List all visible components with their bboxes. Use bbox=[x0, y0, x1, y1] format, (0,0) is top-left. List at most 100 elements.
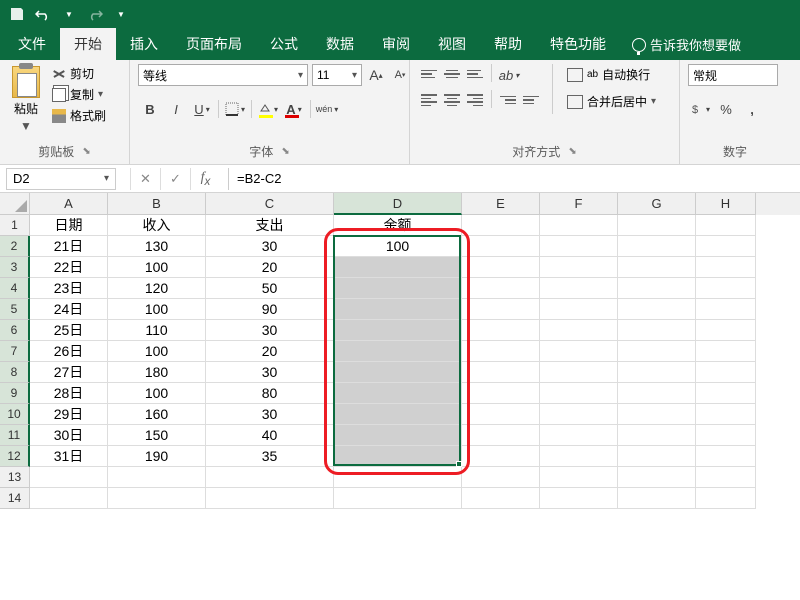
align-bottom-button[interactable] bbox=[464, 64, 486, 84]
cell[interactable] bbox=[696, 446, 756, 467]
cell[interactable] bbox=[334, 425, 462, 446]
cell[interactable] bbox=[334, 278, 462, 299]
comma-button[interactable]: , bbox=[740, 98, 764, 120]
cell[interactable] bbox=[334, 467, 462, 488]
cell[interactable] bbox=[334, 488, 462, 509]
column-header-H[interactable]: H bbox=[696, 193, 756, 215]
cell[interactable] bbox=[462, 404, 540, 425]
cell[interactable]: 50 bbox=[206, 278, 334, 299]
column-header-G[interactable]: G bbox=[618, 193, 696, 215]
cell[interactable]: 30日 bbox=[30, 425, 108, 446]
cell[interactable] bbox=[540, 383, 618, 404]
tab-review[interactable]: 审阅 bbox=[368, 28, 424, 60]
enter-formula-button[interactable]: ✓ bbox=[160, 168, 190, 190]
cell[interactable] bbox=[540, 488, 618, 509]
cell[interactable] bbox=[696, 215, 756, 236]
cell[interactable] bbox=[462, 320, 540, 341]
cell[interactable] bbox=[618, 404, 696, 425]
undo-dropdown-icon[interactable]: ▼ bbox=[60, 5, 78, 23]
dialog-launcher-icon[interactable]: ⬊ bbox=[568, 146, 576, 157]
cell[interactable]: 20 bbox=[206, 341, 334, 362]
cell[interactable]: 24日 bbox=[30, 299, 108, 320]
cut-button[interactable]: 剪切 bbox=[50, 64, 108, 83]
accounting-format-button[interactable]: $▾ bbox=[688, 98, 712, 120]
cell[interactable]: 收入 bbox=[108, 215, 206, 236]
cell[interactable]: 25日 bbox=[30, 320, 108, 341]
row-header[interactable]: 9 bbox=[0, 383, 30, 404]
copy-button[interactable]: 复制 ▾ bbox=[50, 85, 108, 104]
column-header-A[interactable]: A bbox=[30, 193, 108, 215]
cell[interactable] bbox=[540, 467, 618, 488]
cell[interactable] bbox=[618, 488, 696, 509]
row-header[interactable]: 11 bbox=[0, 425, 30, 446]
row-header[interactable]: 7 bbox=[0, 341, 30, 362]
cell[interactable] bbox=[334, 383, 462, 404]
cell[interactable]: 35 bbox=[206, 446, 334, 467]
cell[interactable] bbox=[206, 467, 334, 488]
row-header[interactable]: 5 bbox=[0, 299, 30, 320]
row-header[interactable]: 2 bbox=[0, 236, 30, 257]
cell[interactable] bbox=[540, 341, 618, 362]
cell[interactable] bbox=[334, 404, 462, 425]
cell[interactable] bbox=[462, 299, 540, 320]
row-header[interactable]: 13 bbox=[0, 467, 30, 488]
tab-help[interactable]: 帮助 bbox=[480, 28, 536, 60]
cell[interactable]: 100 bbox=[334, 236, 462, 257]
cell[interactable] bbox=[618, 362, 696, 383]
orientation-button[interactable]: ab▾ bbox=[497, 64, 521, 86]
fill-color-button[interactable]: ▾ bbox=[256, 98, 280, 120]
align-middle-button[interactable] bbox=[441, 64, 463, 84]
cell[interactable]: 30 bbox=[206, 404, 334, 425]
cell[interactable]: 26日 bbox=[30, 341, 108, 362]
font-color-button[interactable]: A ▾ bbox=[282, 98, 306, 120]
format-painter-button[interactable]: 格式刷 bbox=[50, 106, 108, 125]
cell[interactable]: 20 bbox=[206, 257, 334, 278]
name-box[interactable]: D2 ▾ bbox=[6, 168, 116, 190]
cell[interactable]: 150 bbox=[108, 425, 206, 446]
cell[interactable] bbox=[540, 425, 618, 446]
cell[interactable] bbox=[30, 467, 108, 488]
worksheet-grid[interactable]: ABCDEFGH 1日期收入支出余额221日13030100322日100204… bbox=[0, 193, 800, 509]
customize-qat-icon[interactable]: ▼ bbox=[112, 5, 130, 23]
cell[interactable] bbox=[462, 467, 540, 488]
cell[interactable]: 160 bbox=[108, 404, 206, 425]
cell[interactable] bbox=[334, 341, 462, 362]
dialog-launcher-icon[interactable]: ⬊ bbox=[82, 146, 90, 157]
align-top-button[interactable] bbox=[418, 64, 440, 84]
cell[interactable] bbox=[540, 299, 618, 320]
cell[interactable] bbox=[696, 257, 756, 278]
cell[interactable] bbox=[618, 425, 696, 446]
cell[interactable] bbox=[462, 446, 540, 467]
underline-button[interactable]: U▾ bbox=[190, 98, 214, 120]
select-all-corner[interactable] bbox=[0, 193, 30, 215]
cell[interactable] bbox=[540, 257, 618, 278]
cell[interactable] bbox=[618, 236, 696, 257]
cell[interactable]: 支出 bbox=[206, 215, 334, 236]
cell[interactable]: 31日 bbox=[30, 446, 108, 467]
increase-indent-button[interactable] bbox=[520, 90, 542, 110]
cell[interactable] bbox=[696, 488, 756, 509]
cell[interactable]: 29日 bbox=[30, 404, 108, 425]
align-right-button[interactable] bbox=[464, 90, 486, 110]
cell[interactable] bbox=[696, 236, 756, 257]
cell[interactable]: 90 bbox=[206, 299, 334, 320]
decrease-indent-button[interactable] bbox=[497, 90, 519, 110]
borders-button[interactable]: ▾ bbox=[223, 98, 247, 120]
cell[interactable] bbox=[696, 467, 756, 488]
tab-special-features[interactable]: 特色功能 bbox=[536, 28, 620, 60]
row-header[interactable]: 6 bbox=[0, 320, 30, 341]
cell[interactable] bbox=[462, 278, 540, 299]
cell[interactable] bbox=[462, 425, 540, 446]
column-header-C[interactable]: C bbox=[206, 193, 334, 215]
column-header-D[interactable]: D bbox=[334, 193, 462, 215]
cell[interactable] bbox=[334, 446, 462, 467]
cell[interactable] bbox=[108, 488, 206, 509]
cell[interactable]: 21日 bbox=[30, 236, 108, 257]
cell[interactable] bbox=[334, 299, 462, 320]
cell[interactable] bbox=[462, 236, 540, 257]
cell[interactable] bbox=[696, 341, 756, 362]
row-header[interactable]: 14 bbox=[0, 488, 30, 509]
row-header[interactable]: 10 bbox=[0, 404, 30, 425]
column-header-B[interactable]: B bbox=[108, 193, 206, 215]
cell[interactable] bbox=[540, 404, 618, 425]
